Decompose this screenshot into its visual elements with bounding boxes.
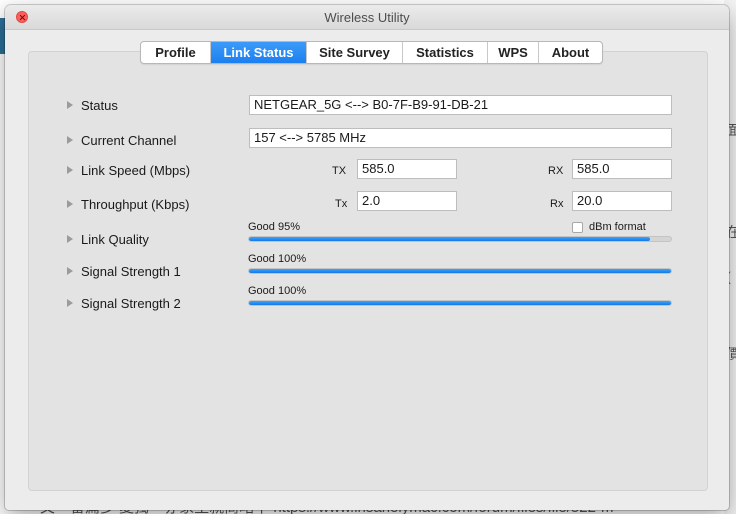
link-speed-label: Link Speed (Mbps)	[81, 163, 191, 178]
disclosure-triangle-icon	[67, 136, 73, 144]
signal-strength-1-row-label: Signal Strength 1	[67, 264, 181, 279]
disclosure-triangle-icon	[67, 299, 73, 307]
signal-strength-2-bar	[248, 300, 672, 306]
link-quality-bar	[248, 236, 672, 242]
tab-about[interactable]: About	[539, 42, 602, 63]
tab-site-survey[interactable]: Site Survey	[307, 42, 403, 63]
disclosure-triangle-icon	[67, 200, 73, 208]
tab-profile[interactable]: Profile	[141, 42, 211, 63]
disclosure-triangle-icon	[67, 101, 73, 109]
link-quality-label: Link Quality	[81, 232, 149, 247]
signal-strength-2-bar-fill	[249, 301, 671, 305]
window-title: Wireless Utility	[324, 10, 410, 25]
tab-statistics[interactable]: Statistics	[403, 42, 488, 63]
disclosure-triangle-icon	[67, 166, 73, 174]
link-speed-rx-field: 585.0	[572, 159, 672, 179]
link-speed-row-label: Link Speed (Mbps)	[67, 163, 190, 178]
throughput-rx-field: 20.0	[572, 191, 672, 211]
throughput-rx-label: Rx	[550, 198, 564, 210]
link-quality-bar-fill	[249, 237, 650, 241]
signal-strength-1-bar	[248, 268, 672, 274]
link-quality-row-label: Link Quality	[67, 232, 149, 247]
status-field: NETGEAR_5G <--> B0-7F-B9-91-DB-21	[249, 95, 672, 115]
throughput-tx-field: 2.0	[357, 191, 457, 211]
signal-strength-1-caption: Good 100%	[248, 253, 307, 265]
dbm-format-label[interactable]: dBm format	[589, 221, 646, 233]
tab-link-status[interactable]: Link Status	[211, 42, 307, 63]
dbm-format-checkbox[interactable]	[572, 222, 583, 233]
link-speed-rx-label: RX	[548, 165, 564, 177]
status-row-label: Status	[67, 98, 118, 113]
disclosure-triangle-icon	[67, 267, 73, 275]
link-speed-tx-field: 585.0	[357, 159, 457, 179]
status-label: Status	[81, 98, 118, 113]
throughput-tx-label: Tx	[335, 198, 348, 210]
signal-strength-2-caption: Good 100%	[248, 285, 307, 297]
channel-row-label: Current Channel	[67, 133, 176, 148]
throughput-row-label: Throughput (Kbps)	[67, 197, 189, 212]
tab-wps[interactable]: WPS	[488, 42, 539, 63]
signal-strength-2-label: Signal Strength 2	[81, 296, 181, 311]
wireless-utility-window: Wireless Utility Profile Link Status Sit…	[5, 5, 729, 510]
throughput-label: Throughput (Kbps)	[81, 197, 190, 212]
tab-bar: Profile Link Status Site Survey Statisti…	[140, 41, 603, 64]
title-bar[interactable]: Wireless Utility	[5, 5, 729, 30]
channel-field: 157 <--> 5785 MHz	[249, 128, 672, 148]
signal-strength-1-bar-fill	[249, 269, 671, 273]
link-quality-caption: Good 95%	[248, 221, 300, 233]
signal-strength-1-label: Signal Strength 1	[81, 264, 181, 279]
disclosure-triangle-icon	[67, 235, 73, 243]
channel-label: Current Channel	[81, 133, 177, 148]
link-speed-tx-label: TX	[332, 165, 347, 177]
signal-strength-2-row-label: Signal Strength 2	[67, 296, 181, 311]
